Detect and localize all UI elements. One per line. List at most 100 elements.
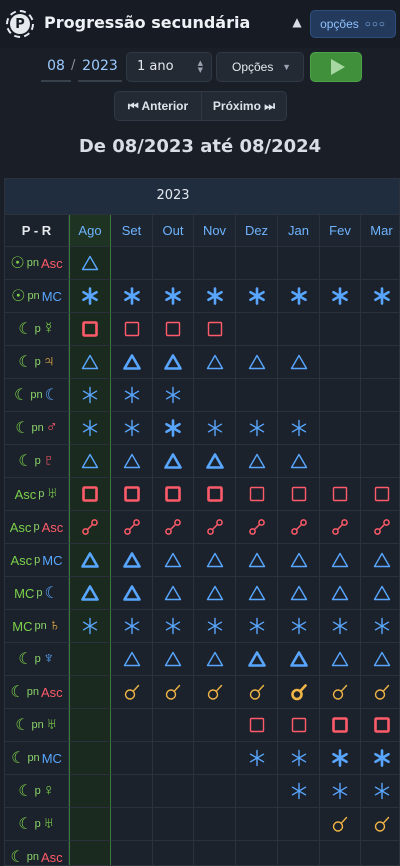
aspect-cell[interactable] [111, 577, 153, 610]
aspect-cell[interactable] [111, 379, 153, 412]
aspect-cell[interactable] [153, 445, 194, 478]
span-select[interactable]: 1 ano ▲ ▼ [126, 52, 212, 82]
aspect-cell[interactable] [320, 709, 361, 742]
aspect-cell[interactable] [361, 676, 399, 709]
aspect-cell[interactable] [236, 544, 278, 577]
aspect-cell[interactable] [361, 577, 399, 610]
aspect-cell[interactable] [236, 643, 278, 676]
aspect-cell[interactable] [278, 412, 320, 445]
aspect-cell[interactable] [194, 445, 236, 478]
aspect-cell[interactable] [278, 511, 320, 544]
aspect-cell[interactable] [111, 511, 153, 544]
aspect-cell[interactable] [236, 676, 278, 709]
aspect-cell[interactable] [278, 676, 320, 709]
aspect-cell[interactable] [361, 643, 399, 676]
aspect-cell[interactable] [111, 478, 153, 511]
aspect-cell[interactable] [278, 709, 320, 742]
aspect-cell[interactable] [320, 676, 361, 709]
aspect-cell[interactable] [236, 346, 278, 379]
aspect-cell[interactable] [153, 478, 194, 511]
aspect-cell[interactable] [320, 511, 361, 544]
aspect-cell[interactable] [153, 544, 194, 577]
aspect-cell[interactable] [320, 775, 361, 808]
aspect-cell[interactable] [361, 511, 399, 544]
aspect-cell[interactable] [278, 280, 320, 313]
aspect-cell[interactable] [236, 445, 278, 478]
aspect-cell[interactable] [320, 610, 361, 643]
app-logo-icon[interactable]: P [6, 10, 34, 38]
aspect-cell[interactable] [111, 610, 153, 643]
aspect-cell[interactable] [194, 346, 236, 379]
aspect-cell[interactable] [361, 544, 399, 577]
aspect-cell[interactable] [153, 511, 194, 544]
aspect-cell[interactable] [194, 676, 236, 709]
aspect-cell[interactable] [153, 643, 194, 676]
aspect-cell[interactable] [278, 577, 320, 610]
previous-button[interactable]: ⏮ Anterior [114, 91, 202, 121]
aspect-cell[interactable] [69, 412, 111, 445]
aspect-cell[interactable] [111, 445, 153, 478]
aspect-cell[interactable] [111, 280, 153, 313]
aspect-cell[interactable] [236, 577, 278, 610]
aspect-cell[interactable] [194, 577, 236, 610]
aspect-cell[interactable] [194, 610, 236, 643]
aspect-cell[interactable] [69, 478, 111, 511]
aspect-cell[interactable] [236, 742, 278, 775]
aspect-cell[interactable] [278, 742, 320, 775]
aspect-cell[interactable] [320, 280, 361, 313]
aspect-cell[interactable] [69, 610, 111, 643]
aspect-cell[interactable] [153, 346, 194, 379]
aspect-cell[interactable] [69, 379, 111, 412]
aspect-cell[interactable] [69, 247, 111, 280]
aspect-cell[interactable] [69, 280, 111, 313]
aspect-cell[interactable] [194, 544, 236, 577]
aspect-cell[interactable] [194, 412, 236, 445]
aspect-cell[interactable] [320, 742, 361, 775]
aspect-cell[interactable] [111, 643, 153, 676]
aspect-cell[interactable] [69, 544, 111, 577]
year-input[interactable]: 2023 [78, 52, 122, 82]
month-input[interactable]: 08 [41, 52, 71, 82]
aspect-cell[interactable] [236, 412, 278, 445]
aspect-cell[interactable] [153, 280, 194, 313]
aspect-cell[interactable] [194, 478, 236, 511]
aspect-cell[interactable] [153, 577, 194, 610]
aspect-cell[interactable] [278, 445, 320, 478]
aspect-cell[interactable] [111, 676, 153, 709]
run-button[interactable] [310, 52, 362, 82]
aspect-cell[interactable] [361, 610, 399, 643]
aspect-cell[interactable] [69, 577, 111, 610]
aspect-cell[interactable] [320, 643, 361, 676]
aspect-cell[interactable] [153, 412, 194, 445]
options-select[interactable]: Opções ▼ [216, 52, 304, 82]
aspect-cell[interactable] [111, 313, 153, 346]
aspect-cell[interactable] [69, 511, 111, 544]
aspect-cell[interactable] [361, 808, 399, 841]
aspect-cell[interactable] [361, 478, 399, 511]
aspect-cell[interactable] [111, 346, 153, 379]
aspect-cell[interactable] [194, 643, 236, 676]
aspect-cell[interactable] [153, 676, 194, 709]
aspect-cell[interactable] [111, 412, 153, 445]
aspect-cell[interactable] [236, 280, 278, 313]
aspect-cell[interactable] [320, 478, 361, 511]
aspect-cell[interactable] [320, 544, 361, 577]
aspect-cell[interactable] [361, 775, 399, 808]
aspect-cell[interactable] [361, 709, 399, 742]
aspect-cell[interactable] [278, 775, 320, 808]
aspect-cell[interactable] [236, 478, 278, 511]
next-button[interactable]: Próximo ⏭ [201, 91, 287, 121]
aspect-cell[interactable] [278, 544, 320, 577]
aspect-cell[interactable] [153, 610, 194, 643]
aspect-cell[interactable] [111, 544, 153, 577]
aspect-cell[interactable] [361, 280, 399, 313]
aspect-cell[interactable] [236, 610, 278, 643]
aspect-cell[interactable] [69, 445, 111, 478]
aspect-cell[interactable] [153, 379, 194, 412]
aspect-cell[interactable] [278, 643, 320, 676]
aspect-cell[interactable] [278, 346, 320, 379]
aspect-cell[interactable] [194, 511, 236, 544]
options-button[interactable]: opções ○○○ [310, 10, 396, 38]
aspect-cell[interactable] [69, 346, 111, 379]
aspect-cell[interactable] [320, 808, 361, 841]
